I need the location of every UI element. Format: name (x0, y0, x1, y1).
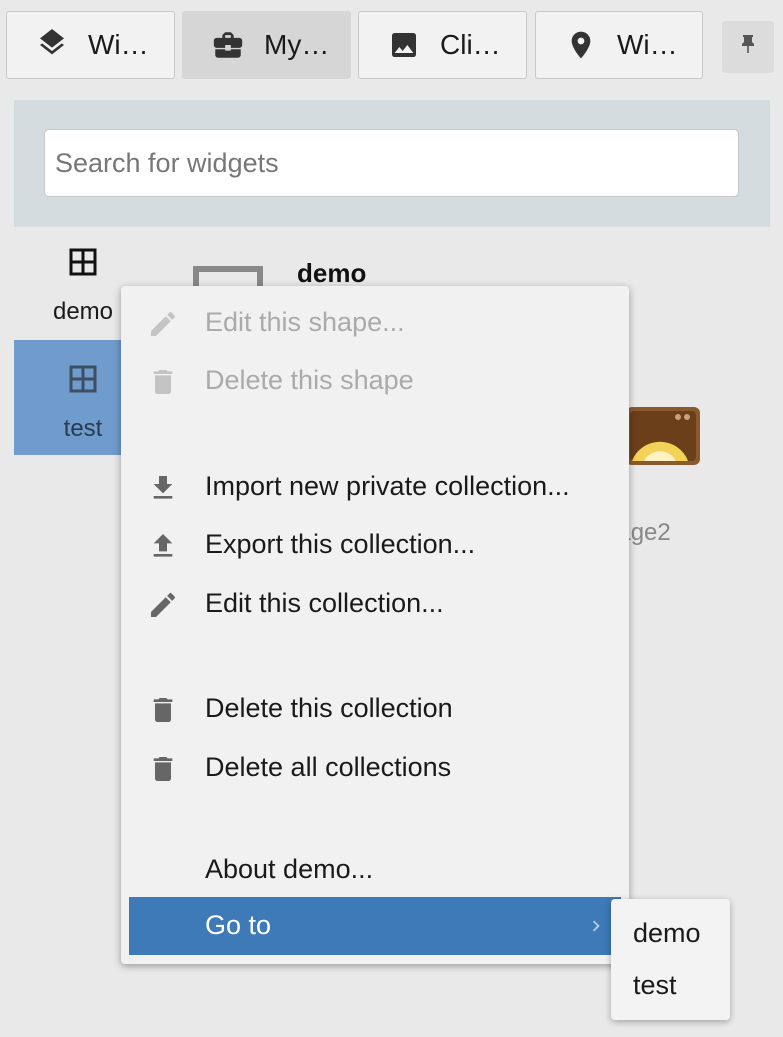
menu-item-delete-shape[interactable]: Delete this shape (121, 354, 629, 410)
tab-my-collections[interactable]: My… (182, 11, 351, 79)
menu-item-about[interactable]: About demo... (121, 843, 629, 899)
goto-submenu: demo test (611, 899, 730, 1020)
widget-thumbnail (193, 266, 263, 288)
pencil-icon (145, 587, 181, 623)
grid-icon (65, 361, 101, 397)
grid-icon (65, 244, 101, 280)
tab-label: Wi… (617, 29, 678, 60)
tab-widgets[interactable]: Wi… (6, 11, 175, 79)
layers-icon (34, 27, 70, 63)
menu-item-label: Export this collection... (205, 529, 476, 559)
download-icon (145, 470, 181, 506)
image-icon (386, 27, 422, 63)
tab-clipart[interactable]: Cli… (358, 11, 527, 79)
context-menu: Edit this shape... Delete this shape Imp… (121, 286, 629, 964)
tab-bar: Wi… My… Cli… Wi… (0, 0, 783, 92)
tab-label: Wi… (88, 29, 149, 60)
trash-icon (145, 751, 181, 787)
tab-label: My… (264, 29, 330, 60)
menu-item-export-collection[interactable]: Export this collection... (121, 518, 629, 574)
search-panel (14, 100, 770, 227)
pin-button[interactable] (722, 21, 774, 73)
upload-icon (145, 528, 181, 564)
location-pin-icon (563, 27, 599, 63)
menu-item-edit-collection[interactable]: Edit this collection... (121, 577, 629, 633)
menu-item-edit-shape[interactable]: Edit this shape... (121, 296, 629, 352)
collection-title: demo (297, 258, 367, 288)
submenu-item-test[interactable]: test (633, 970, 677, 1001)
submenu-item-demo[interactable]: demo (633, 918, 701, 949)
menu-item-label: Go to (205, 910, 272, 940)
menu-item-label: Edit this shape... (205, 307, 405, 337)
trash-icon (145, 692, 181, 728)
chevron-right-icon (585, 913, 607, 935)
menu-item-delete-all-collections[interactable]: Delete all collections (121, 741, 629, 797)
search-input[interactable] (44, 129, 739, 197)
menu-item-import-collection[interactable]: Import new private collection... (121, 460, 629, 516)
menu-item-label: Delete this shape (205, 365, 414, 395)
menu-item-label: Edit this collection... (205, 588, 444, 618)
tab-widgets-location[interactable]: Wi… (535, 11, 703, 79)
menu-item-label: Import new private collection... (205, 471, 570, 501)
menu-item-label: Delete all collections (205, 752, 452, 782)
widget-preview[interactable] (626, 407, 700, 465)
trash-icon (145, 364, 181, 400)
menu-item-label: Delete this collection (205, 693, 453, 723)
pin-icon (736, 31, 760, 64)
briefcase-icon (210, 27, 246, 63)
menu-item-label: About demo... (205, 854, 374, 884)
menu-item-goto[interactable]: Go to (129, 897, 621, 955)
menu-item-delete-collection[interactable]: Delete this collection (121, 682, 629, 738)
pencil-icon (145, 306, 181, 342)
tab-label: Cli… (440, 29, 501, 60)
